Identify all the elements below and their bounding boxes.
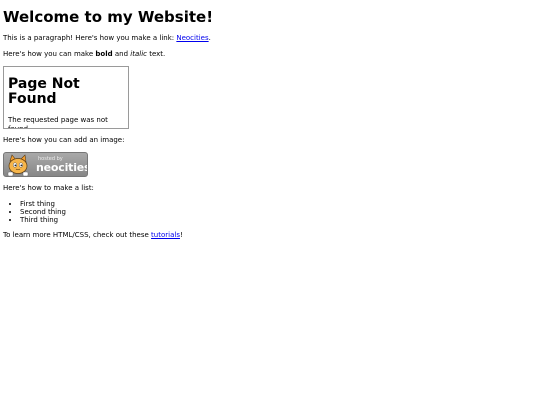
tutorials-link[interactable]: tutorials	[151, 231, 180, 239]
paragraph-format: Here's how you can make bold and italic …	[3, 50, 537, 59]
paragraph-outro: To learn more HTML/CSS, check out these …	[3, 231, 537, 240]
paragraph-text: This is a paragraph! Here's how you make…	[3, 34, 177, 42]
paragraph-period: .	[208, 34, 211, 42]
format-text-start: Here's how you can make	[3, 50, 96, 58]
list-item: Third thing	[20, 216, 537, 224]
italic-text: italic	[130, 50, 147, 58]
list-item: Second thing	[20, 208, 537, 216]
paragraph-link: This is a paragraph! Here's how you make…	[3, 34, 537, 43]
neocities-link[interactable]: Neocities	[176, 34, 208, 42]
outro-exclaim: !	[179, 231, 183, 239]
frame-title: Page Not Found	[8, 76, 80, 107]
list-intro: Here's how to make a list:	[3, 184, 94, 192]
page-title: Welcome to my Website!	[3, 8, 214, 26]
embedded-frame[interactable]: Page Not Found The requested page was no…	[3, 66, 129, 129]
hosted-by-neocities-badge[interactable]: hosted by neocities	[3, 152, 88, 177]
list-item: First thing	[20, 200, 537, 208]
format-text-and: and	[112, 50, 131, 58]
page-body: Welcome to my Website! This is a paragra…	[0, 9, 540, 240]
image-intro: Here's how you can add an image:	[3, 136, 125, 144]
outro-text: To learn more HTML/CSS, check out these	[3, 231, 152, 239]
frame-message: The requested page was not found.	[8, 116, 108, 129]
badge-neocities-label: neocities	[36, 161, 88, 174]
format-text-end: text.	[146, 50, 166, 58]
bold-text: bold	[95, 50, 113, 58]
thing-list: First thing Second thing Third thing	[3, 200, 537, 224]
neocities-cat-icon	[7, 154, 29, 176]
